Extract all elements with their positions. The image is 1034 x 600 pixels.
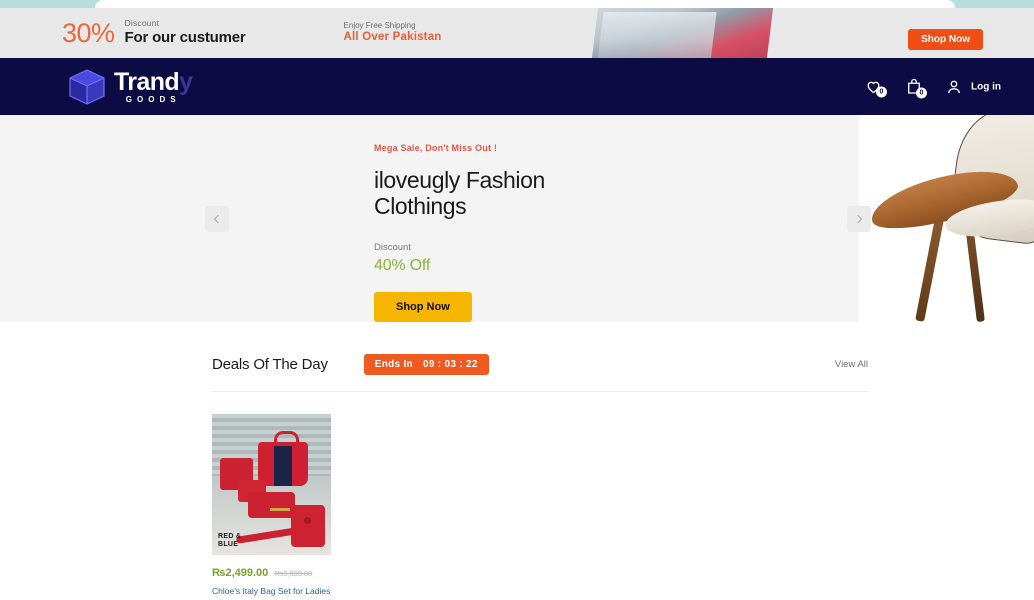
chevron-left-icon [213,214,223,223]
product-original-price: ₨3,000.00 [274,569,313,578]
deals-countdown-badge: Ends In 09 : 03 : 22 [363,354,489,375]
countdown-timer: 09 : 03 : 22 [422,359,478,370]
site-logo[interactable]: Trandy GOODS [66,67,193,107]
promo-shipping-top: Enjoy Free Shipping [343,21,416,31]
logo-name-main: Trand [114,67,180,96]
carousel-prev-button[interactable] [205,205,229,232]
promo-shipping-bottom: All Over Pakistan [343,30,442,43]
deals-header: Deals Of The Day Ends In 09 : 03 : 22 Vi… [212,354,868,392]
handbag-pouch [291,505,325,547]
hero-product-image [859,115,1034,322]
promo-text-block: Discount For our custumer [124,18,246,47]
product-card[interactable]: RED & BLUE ₨2,499.00 ₨3,000.00 Chloe's I… [212,414,331,600]
carousel-next-button[interactable] [847,205,871,232]
browser-chrome-sliver [0,0,1034,8]
countdown-label: Ends In [374,359,413,370]
promo-bar: 30% Discount For our custumer Enjoy Free… [0,8,1034,58]
promo-shop-now-button[interactable]: Shop Now [908,29,983,50]
navbar-actions: 0 0 Log in [864,77,1001,98]
hero-title-line1: iloveugly Fashion [374,167,545,193]
deals-of-the-day-section: Deals Of The Day Ends In 09 : 03 : 22 Vi… [0,354,1034,600]
chevron-right-icon [853,214,863,223]
wishlist-count-badge: 0 [876,86,887,98]
chair-leg-right [965,224,985,322]
logo-subtitle: GOODS [125,94,181,104]
cart-button[interactable]: 0 [905,77,927,98]
hero-carousel: Mega Sale, Don't Miss Out ! iloveugly Fa… [0,115,1034,322]
cart-count-badge: 0 [916,87,927,98]
product-title[interactable]: Chloe's Italy Bag Set for Ladies – 5 Sty… [212,585,331,600]
login-label: Log in [971,81,1001,92]
hero-shop-now-button[interactable]: Shop Now [374,291,472,322]
product-price-row: ₨2,499.00 ₨3,000.00 [212,567,331,579]
login-button[interactable]: Log in [945,77,1001,96]
promo-content: 30% Discount For our custumer Enjoy Free… [0,8,1034,58]
logo-name-accent: y [179,67,193,96]
handbag-strap [235,527,299,544]
hero-title: iloveugly Fashion Clothings [374,167,704,220]
product-grid: RED & BLUE ₨2,499.00 ₨3,000.00 Chloe's I… [212,414,1034,600]
hero-discount-label: Discount [374,241,411,253]
wishlist-button[interactable]: 0 [864,78,887,98]
view-all-link[interactable]: View All [835,359,868,370]
cube-logo-icon [69,68,105,105]
color-label-line1: RED & [218,532,242,540]
product-image[interactable]: RED & BLUE [212,414,331,555]
deals-section-title: Deals Of The Day [212,356,328,373]
product-sale-price: ₨2,499.00 [212,567,269,579]
color-label-line2: BLUE [218,541,239,549]
hero-discount-value: 40% Off [374,256,431,274]
promo-percent: 30% [62,17,115,48]
promo-discount-label: Discount [124,18,160,29]
promo-shipping-block: Enjoy Free Shipping All Over Pakistan [344,21,442,44]
logo-text: Trandy GOODS [114,67,193,104]
handbag-navy-panel [274,446,292,486]
promo-headline: For our custumer [124,29,246,47]
chair-leg-left [915,218,944,322]
hero-eyebrow: Mega Sale, Don't Miss Out ! [374,143,498,153]
handbag-clutch [248,492,295,518]
main-navbar: Trandy GOODS All Search 0 0 [0,58,1034,141]
logo-name: Trandy [114,67,193,96]
hero-content: Mega Sale, Don't Miss Out ! iloveugly Fa… [374,143,704,322]
product-image-color-label: RED & BLUE [218,533,241,551]
browser-tab-curve [95,0,955,8]
user-account-icon [948,80,960,93]
hero-title-line2: Clothings [374,193,467,220]
